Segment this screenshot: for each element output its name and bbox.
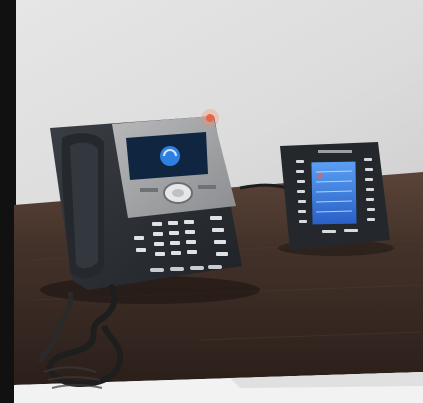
photo-canvas: [0, 0, 423, 403]
expansion-module: [278, 142, 394, 256]
left-edge: [0, 0, 16, 403]
